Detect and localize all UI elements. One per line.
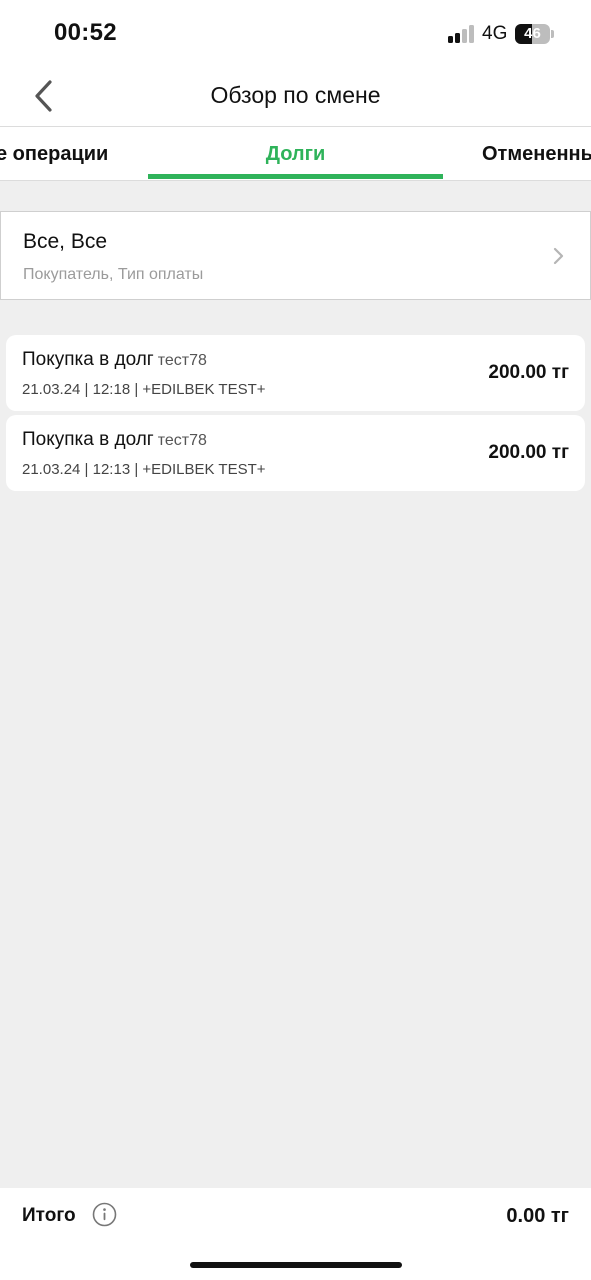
transaction-title-line: Покупка в долг тест78 bbox=[22, 349, 207, 371]
tab-operations[interactable]: е операции bbox=[0, 143, 108, 166]
network-type: 4G bbox=[482, 23, 508, 44]
transaction-tag: тест78 bbox=[157, 352, 207, 369]
home-indicator[interactable] bbox=[190, 1262, 402, 1268]
total-value: 0.00 тг bbox=[506, 1205, 569, 1227]
status-bar: 00:52 4G 46 bbox=[0, 0, 591, 66]
active-tab-indicator bbox=[148, 174, 443, 179]
transaction-card[interactable]: Покупка в долг тест78 21.03.24 | 12:13 | … bbox=[6, 415, 585, 491]
battery-tip bbox=[551, 30, 554, 38]
transaction-card[interactable]: Покупка в долг тест78 21.03.24 | 12:18 | … bbox=[6, 335, 585, 411]
signal-icon bbox=[448, 25, 475, 43]
tab-debts[interactable]: Долги bbox=[148, 143, 443, 166]
battery-icon: 46 bbox=[515, 24, 550, 44]
transaction-title: Покупка в долг bbox=[22, 429, 154, 450]
transaction-meta: 21.03.24 | 12:18 | +EDILBEK TEST+ bbox=[22, 381, 266, 398]
screen: 00:52 4G 46 Обзор по смене е операции До… bbox=[0, 0, 591, 1280]
info-icon[interactable] bbox=[92, 1202, 117, 1227]
transaction-amount: 200.00 тг bbox=[488, 442, 569, 463]
tab-cancelled[interactable]: Отмененны bbox=[482, 143, 591, 166]
total-label: Итого bbox=[22, 1205, 76, 1226]
transaction-title: Покупка в долг bbox=[22, 349, 154, 370]
page-title: Обзор по смене bbox=[210, 82, 381, 108]
transaction-amount: 200.00 тг bbox=[488, 362, 569, 383]
filter-subtitle: Покупатель, Тип оплаты bbox=[23, 266, 204, 283]
tab-bar: е операции Долги Отмененны bbox=[0, 127, 591, 181]
transaction-tag: тест78 bbox=[157, 432, 207, 449]
totals-footer: Итого 0.00 тг bbox=[0, 1188, 591, 1280]
filter-title: Все, Все bbox=[23, 230, 108, 253]
transaction-title-line: Покупка в долг тест78 bbox=[22, 429, 207, 451]
filter-row[interactable]: Все, Все Покупатель, Тип оплаты bbox=[0, 211, 591, 300]
nav-header: Обзор по смене bbox=[0, 66, 591, 126]
battery-level: 46 bbox=[524, 25, 541, 42]
chevron-right-icon bbox=[553, 247, 564, 265]
transaction-meta: 21.03.24 | 12:13 | +EDILBEK TEST+ bbox=[22, 461, 266, 478]
status-time: 00:52 bbox=[54, 19, 117, 46]
